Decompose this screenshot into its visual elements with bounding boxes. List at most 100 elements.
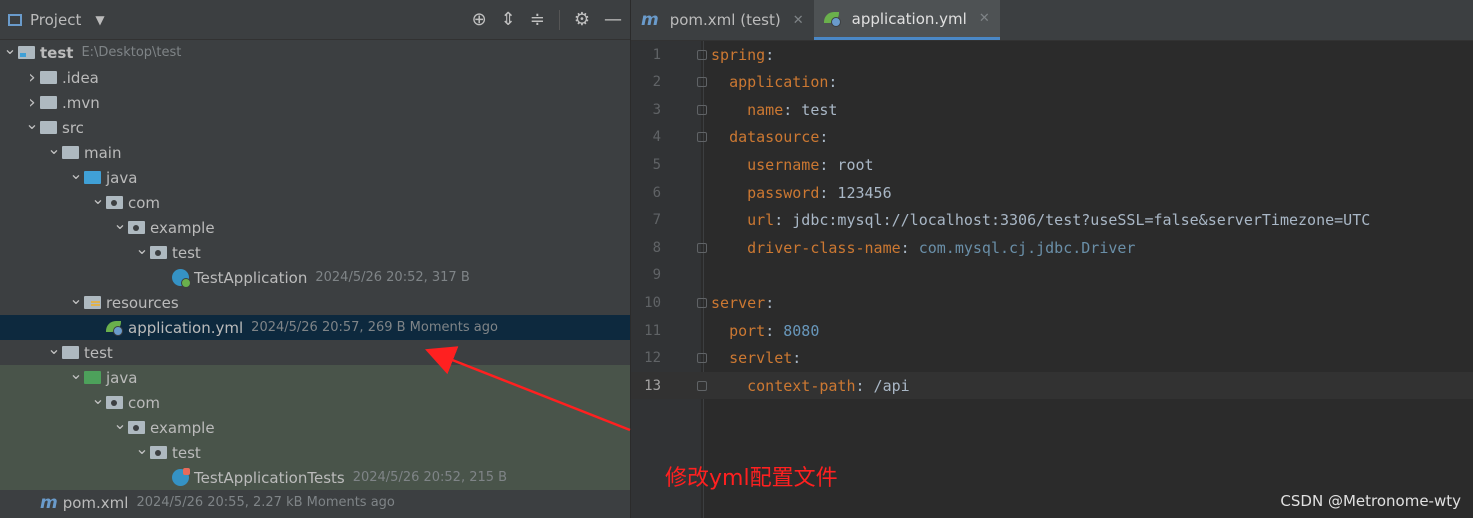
chevron-down-icon[interactable]: ⌄ [90,389,106,408]
project-panel-title[interactable]: Project [30,11,81,29]
module-folder-icon [18,46,35,59]
code-token: : [900,238,919,257]
close-icon[interactable]: ✕ [979,11,990,26]
tree-item[interactable]: ⌄ example [0,214,630,240]
tree-item-meta: E:\Desktop\test [81,45,182,60]
code-line[interactable]: 5 username: root [631,151,1473,178]
fold-marker-icon[interactable] [697,77,707,88]
code-token: : root [819,155,874,174]
tree-item[interactable]: › .mvn [0,90,630,115]
code-line[interactable]: 4 datasource: [631,124,1473,151]
code-line[interactable]: 7 url: jdbc:mysql://localhost:3306/test?… [631,207,1473,234]
fold-marker-icon[interactable] [697,104,707,115]
fold-marker-icon[interactable] [697,242,707,253]
editor-tab-label: application.yml [851,9,967,28]
code-token: : [765,45,775,64]
tree-item-label: test [172,443,201,462]
fold-marker-icon[interactable] [697,380,707,391]
tree-item[interactable]: ⌄ example [0,414,630,440]
toolbar-divider [558,9,560,30]
chevron-down-icon[interactable]: ⌄ [134,439,150,458]
chevron-down-icon[interactable]: ⌄ [134,239,150,258]
fold-marker-icon[interactable] [697,132,707,143]
tree-item[interactable]: ⌄ test [0,239,630,265]
tree-item-label: TestApplication [194,268,308,287]
tree-item[interactable]: ⌄ com [0,189,630,215]
maven-icon: m [641,10,659,30]
tree-item[interactable]: ⌄ java [0,164,630,190]
chevron-down-icon[interactable]: ⌄ [112,214,128,233]
code-line[interactable]: 3 name: test [631,96,1473,123]
chevron-down-icon[interactable]: ⌄ [112,414,128,433]
tree-item-meta: 2024/5/26 20:52, 215 B [352,470,508,485]
code-token: server [711,293,766,312]
test-folder-icon [84,371,101,384]
chevron-down-icon[interactable]: ⌄ [46,139,62,158]
code-token: context-path [747,376,856,395]
code-line[interactable]: 12 servlet: [631,345,1473,372]
tree-item[interactable]: application.yml 2024/5/26 20:57, 269 B Mo… [0,315,630,340]
code-token: spring [711,45,766,64]
chevron-down-icon[interactable]: ⌄ [2,39,18,58]
chevron-down-icon[interactable]: ⌄ [46,339,62,358]
code-line[interactable]: 9 [631,262,1473,289]
code-line[interactable]: 13 context-path: /api [631,372,1473,400]
tree-item[interactable]: TestApplicationTests 2024/5/26 20:52, 215… [0,465,630,490]
tree-item-label: .idea [62,68,99,87]
code-line[interactable]: 11 port: 8080 [631,317,1473,344]
tree-item[interactable]: ⌄ test [0,339,630,365]
code-token: 8080 [783,321,820,340]
chevron-right-icon[interactable]: › [24,67,40,88]
tree-item-label: TestApplicationTests [194,468,345,487]
locate-file-icon[interactable]: ⊕ [472,9,487,30]
code-line[interactable]: 1 spring: [631,41,1473,68]
tree-item-label: src [62,118,84,137]
gear-icon[interactable]: ⚙ [574,9,590,30]
package-icon [128,221,145,234]
code-editor[interactable]: 1 spring: 2 application: 3 name: test 4 data… [631,41,1473,518]
tree-item[interactable]: ⌄ test [0,439,630,465]
fold-marker-icon[interactable] [697,49,707,60]
hide-panel-icon[interactable]: — [604,9,622,30]
chevron-down-icon[interactable]: ⌄ [68,364,84,383]
code-token: application [729,73,829,92]
close-icon[interactable]: ✕ [793,13,804,28]
spring-yml-icon [823,12,841,27]
chevron-down-icon[interactable]: ▼ [95,13,104,27]
chevron-down-icon[interactable]: ⌄ [24,114,40,133]
fold-marker-icon[interactable] [697,353,707,364]
collapse-all-icon[interactable]: ≑ [530,9,545,30]
code-token: url [747,211,775,230]
tree-item[interactable]: ⌄ resources [0,289,630,315]
tree-item[interactable]: m pom.xml 2024/5/26 20:55, 2.27 kB Moments… [0,490,630,515]
expand-all-icon[interactable]: ⇕ [501,9,516,30]
chevron-right-icon[interactable]: › [24,92,40,113]
code-line[interactable]: 10 server: [631,289,1473,316]
fold-marker-icon[interactable] [697,297,707,308]
code-token: : [765,293,775,312]
tree-item[interactable]: ⌄ test E:\Desktop\test [0,39,630,65]
chevron-down-icon[interactable]: ⌄ [90,189,106,208]
editor-tab[interactable]: m pom.xml (test) ✕ [631,0,814,40]
tree-item-label: application.yml [128,318,244,337]
code-line[interactable]: 6 password: 123456 [631,179,1473,206]
folder-icon [62,146,79,159]
tree-item[interactable]: TestApplication 2024/5/26 20:52, 317 B [0,265,630,290]
chevron-down-icon[interactable]: ⌄ [68,164,84,183]
tree-item[interactable]: ⌄ java [0,364,630,390]
code-token: datasource [729,128,820,147]
editor-tab[interactable]: application.yml ✕ [813,0,1000,40]
tree-item[interactable]: ⌄ src [0,114,630,140]
chevron-down-icon[interactable]: ⌄ [68,289,84,308]
tree-item[interactable]: ⌄ main [0,139,630,165]
code-line[interactable]: 2 application: [631,69,1473,96]
code-line[interactable]: 8 driver-class-name: com.mysql.cj.jdbc.D… [631,234,1473,261]
tree-item[interactable]: › .idea [0,65,630,90]
code-token: : /api [855,376,910,395]
package-icon [150,246,167,259]
code-token: : [765,321,784,340]
tree-item[interactable]: ⌄ com [0,389,630,415]
code-text: port: 8080 [711,322,819,340]
